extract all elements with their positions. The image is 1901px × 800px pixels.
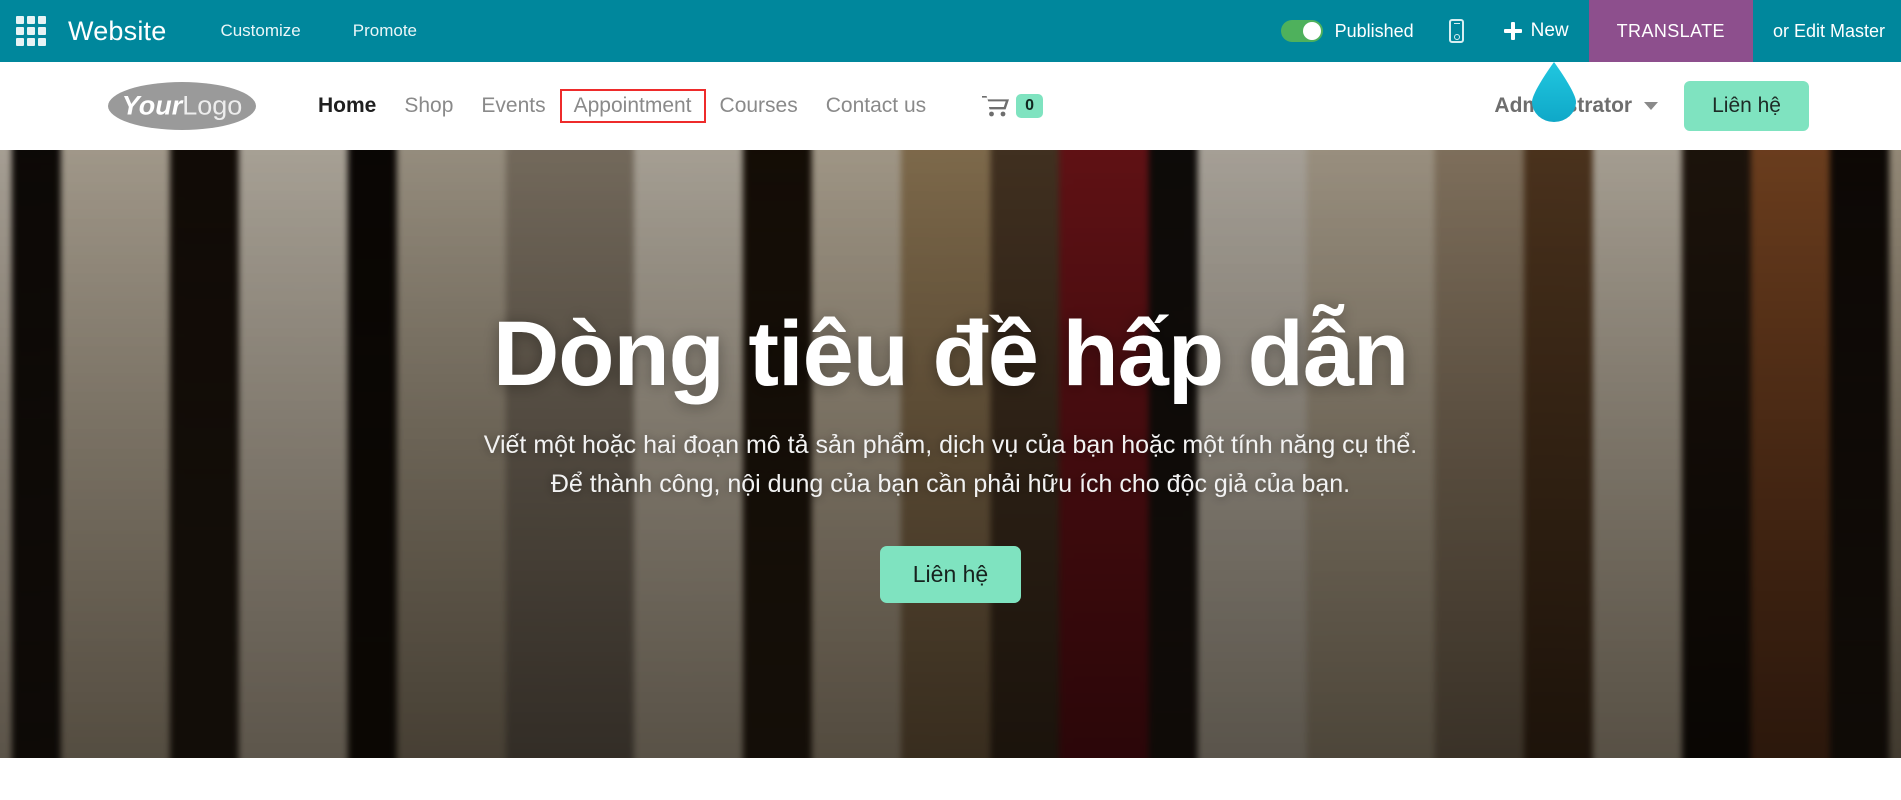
mobile-phone-icon [1449,19,1464,43]
shopping-cart-icon [982,95,1010,117]
header-contact-button[interactable]: Liên hệ [1684,81,1809,131]
logo-text: YourLogo [122,91,243,122]
nav-item-appointment[interactable]: Appointment [560,89,706,123]
publish-toggle-group[interactable]: Published [1265,20,1430,42]
hero-title: Dòng tiêu đề hấp dẫn [493,305,1408,404]
plus-icon [1504,22,1522,40]
topbar-right-group: Published New TRANSLATE or Edit Master [1265,0,1901,62]
publish-toggle[interactable] [1281,20,1323,42]
logo-text-your: Your [122,91,183,121]
publish-label: Published [1335,21,1414,42]
logo-text-logo: Logo [182,91,242,121]
apps-menu-button[interactable] [0,0,62,62]
translate-button[interactable]: TRANSLATE [1589,0,1753,62]
chevron-down-icon [1644,102,1658,110]
nav-item-courses[interactable]: Courses [706,89,812,123]
header-right-group: Administrator Liên hệ [1494,81,1809,131]
topbar-menu-promote[interactable]: Promote [353,21,417,41]
hero-section: Dòng tiêu đề hấp dẫn Viết một hoặc hai đ… [0,150,1901,758]
website-header: YourLogo Home Shop Events Appointment Co… [0,62,1901,150]
cart-button[interactable]: 0 [982,94,1043,117]
odoo-topbar: Website Customize Promote Published New … [0,0,1901,62]
edit-master-link[interactable]: or Edit Master [1753,0,1901,62]
user-menu[interactable]: Administrator [1494,94,1658,118]
nav-item-shop[interactable]: Shop [390,89,467,123]
hero-subtitle-line-1: Viết một hoặc hai đoạn mô tả sản phẩm, d… [484,426,1417,465]
site-navigation: Home Shop Events Appointment Courses Con… [304,89,1043,123]
hero-content: Dòng tiêu đề hấp dẫn Viết một hoặc hai đ… [0,150,1901,758]
mobile-preview-button[interactable] [1430,0,1484,62]
new-button-label: New [1531,20,1569,42]
hero-contact-button[interactable]: Liên hệ [880,546,1021,603]
app-brand-title: Website [68,16,166,47]
user-name-label: Administrator [1494,94,1632,118]
cart-count-badge: 0 [1016,94,1043,117]
nav-item-home[interactable]: Home [304,89,390,123]
nav-item-contact-us[interactable]: Contact us [812,89,940,123]
nav-item-events[interactable]: Events [467,89,559,123]
topbar-menu-customize[interactable]: Customize [220,21,300,41]
new-button[interactable]: New [1484,0,1589,62]
apps-grid-icon [16,16,46,46]
hero-subtitle-line-2: Để thành công, nội dung của bạn cần phải… [551,465,1350,504]
site-logo[interactable]: YourLogo [108,82,256,130]
